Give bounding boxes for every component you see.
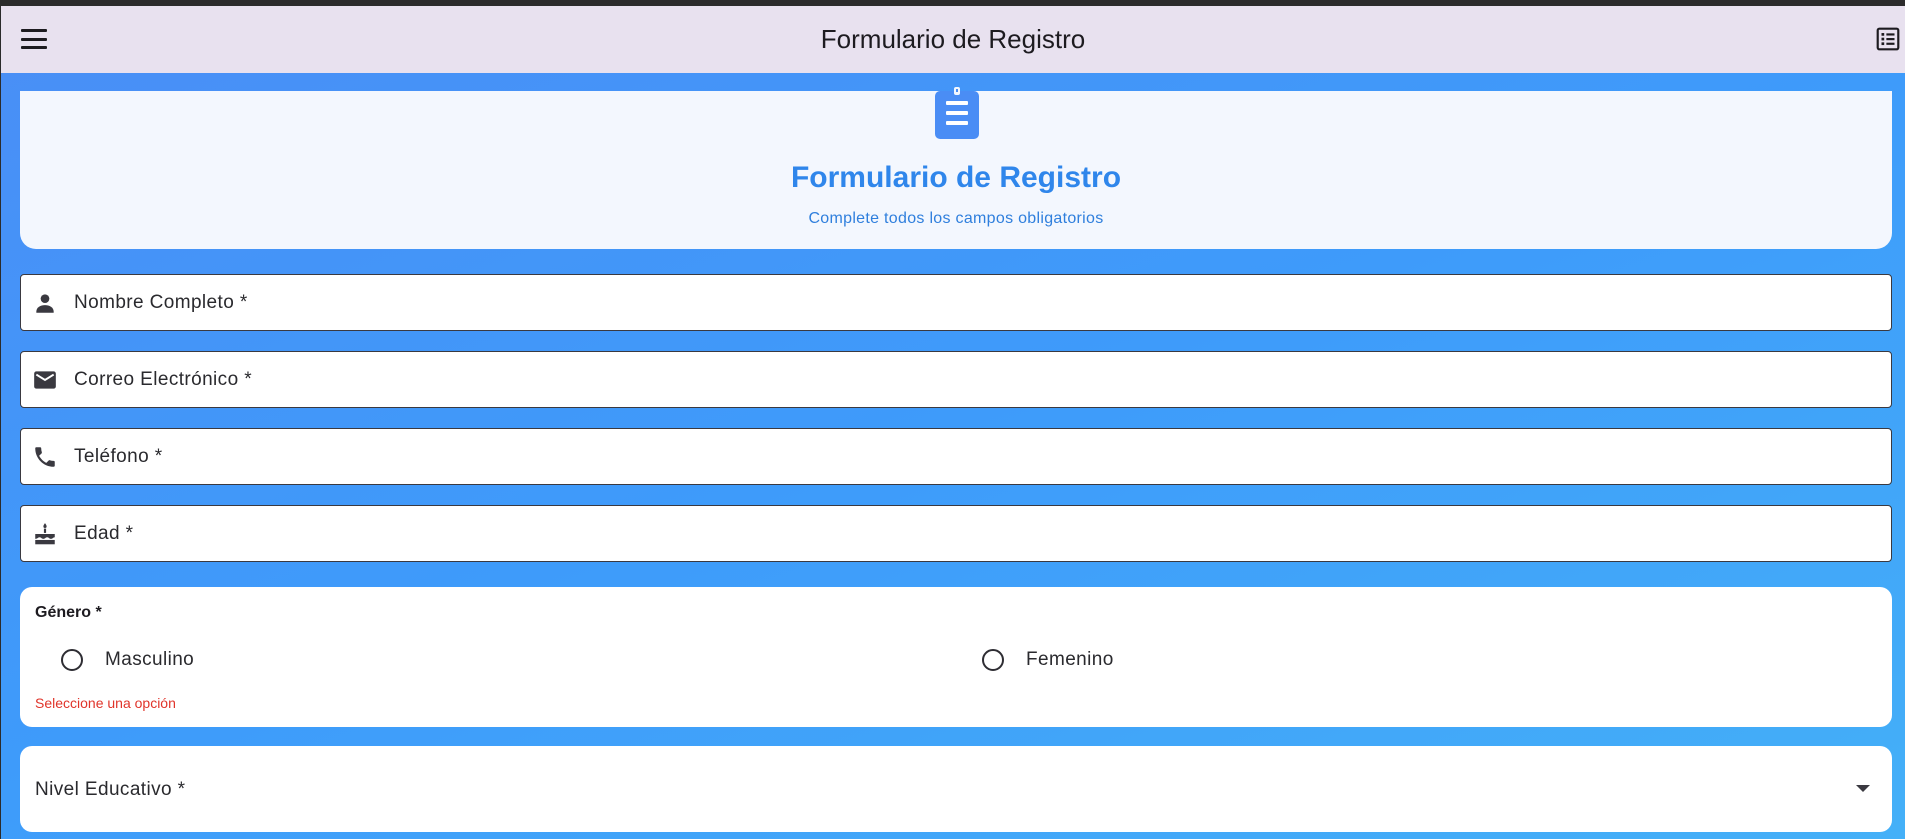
app-window: Formulario de Registro Formulario de Reg… [1, 6, 1905, 839]
clipboard-list-icon [935, 87, 979, 139]
gender-option-masculino[interactable]: Masculino [61, 649, 194, 671]
education-level-dropdown[interactable]: Nivel Educativo * [20, 746, 1892, 832]
gender-title: Género * [35, 604, 102, 621]
menu-icon[interactable] [21, 29, 47, 49]
radio-unchecked-icon[interactable] [61, 649, 83, 671]
phone-label: Teléfono * [74, 445, 163, 467]
gender-option-label: Femenino [1026, 649, 1114, 670]
gender-option-label: Masculino [105, 649, 195, 670]
phone-icon [35, 446, 55, 467]
app-bar-title: Formulario de Registro [820, 24, 1086, 54]
arrow-drop-down-icon[interactable] [1856, 785, 1870, 792]
header-subtitle: Complete todos los campos obligatorios [808, 210, 1104, 227]
education-level-label: Nivel Educativo * [35, 779, 186, 800]
cake-icon [35, 522, 55, 544]
age-field[interactable]: Edad * [20, 505, 1892, 562]
app-bar: Formulario de Registro [1, 6, 1905, 73]
age-label: Edad * [74, 522, 134, 544]
header-title: Formulario de Registro [790, 161, 1122, 194]
full-name-field[interactable]: Nombre Completo * [20, 274, 1892, 331]
list-alt-icon[interactable] [1875, 26, 1901, 52]
gender-card: Género * Masculino Femenino Seleccione u… [20, 587, 1892, 727]
email-field[interactable]: Correo Electrónico * [20, 351, 1892, 408]
email-label: Correo Electrónico * [74, 368, 253, 390]
person-icon [36, 293, 54, 313]
email-icon [34, 370, 56, 389]
full-name-label: Nombre Completo * [74, 291, 248, 313]
header-card: Formulario de Registro Complete todos lo… [20, 87, 1892, 249]
phone-field[interactable]: Teléfono * [20, 428, 1892, 485]
gender-error-text: Seleccione una opción [35, 695, 176, 711]
radio-unchecked-icon[interactable] [982, 649, 1004, 671]
gender-option-femenino[interactable]: Femenino [982, 649, 1114, 671]
